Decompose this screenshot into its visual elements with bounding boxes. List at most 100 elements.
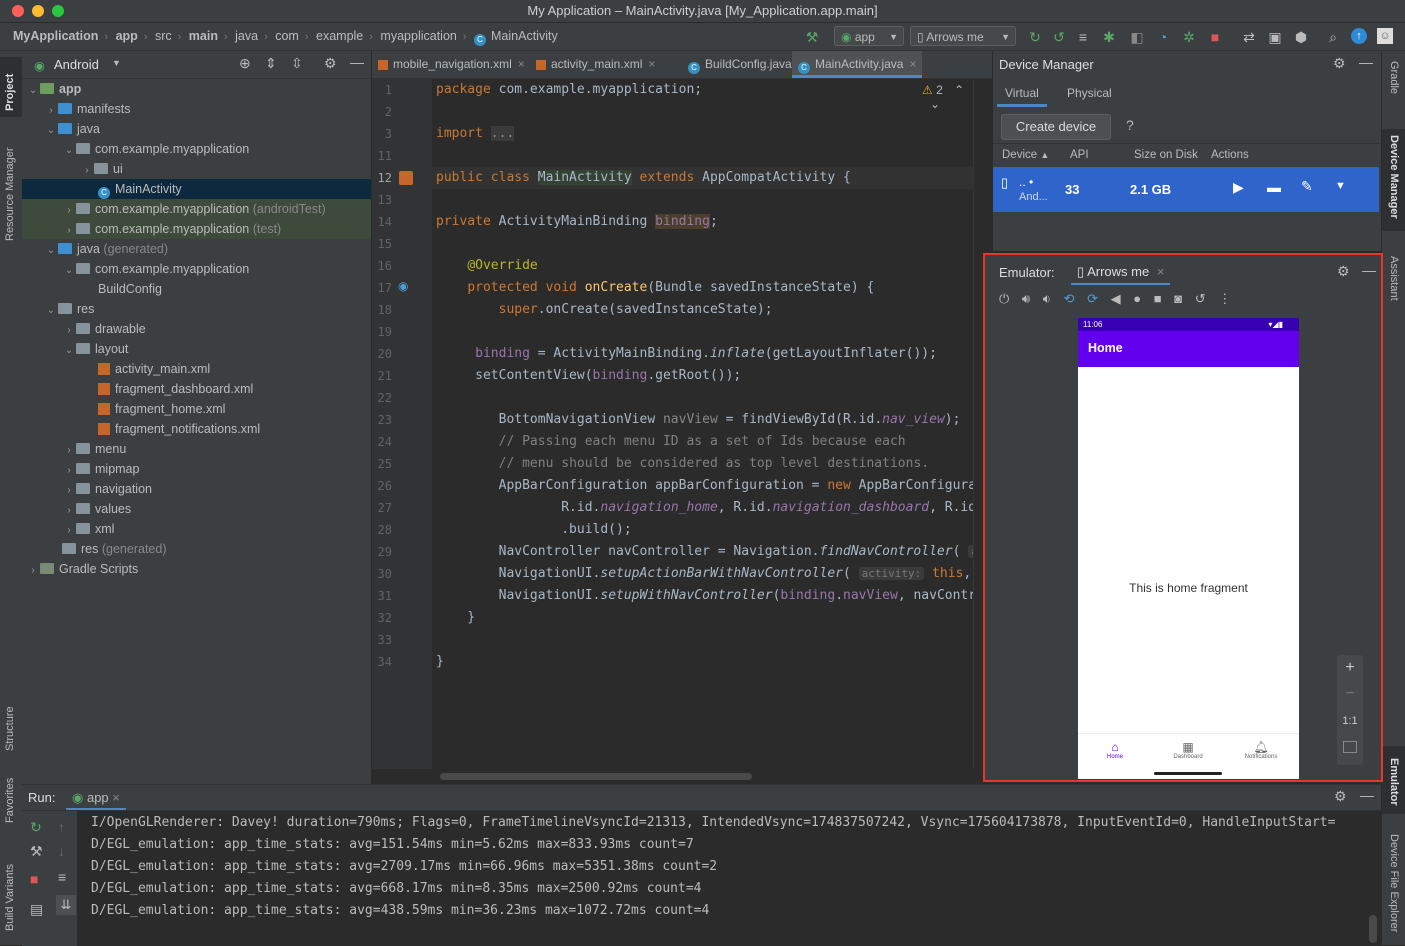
emulator-tab[interactable]: ▯ Arrows me × (1071, 258, 1171, 285)
editor-vertical-scrollbar[interactable] (973, 79, 981, 769)
code-editor[interactable]: package com.example.myapplication; impor… (432, 79, 981, 769)
tree-item-mipmap[interactable]: › mipmap (62, 459, 139, 479)
tree-item-package-generated[interactable]: ⌄ com.example.myapplication (62, 259, 249, 279)
debug-icon[interactable]: ✱ (1100, 28, 1118, 46)
tree-item-app[interactable]: ⌄ app (26, 79, 81, 99)
tab-physical[interactable]: Physical (1059, 79, 1120, 107)
run-config-select[interactable]: ◉ app ▼ (834, 26, 904, 46)
tool-window-emulator[interactable]: Emulator (1382, 746, 1405, 814)
rotate-right-icon[interactable]: ⟳ (1087, 291, 1098, 306)
sync-gradle-icon[interactable]: ⇄ (1240, 28, 1258, 46)
tool-window-build-variants[interactable]: Build Variants (4, 864, 16, 931)
rerun-icon[interactable]: ↻ (30, 819, 42, 836)
sdk-manager-icon[interactable]: ⬢ (1292, 28, 1310, 46)
tree-item-gradle-scripts[interactable]: › Gradle Scripts (26, 559, 138, 579)
apply-code-changes-icon[interactable]: ≡ (1074, 28, 1092, 46)
phone-nav-notifications[interactable]: 🔔︎ Notifications (1236, 740, 1286, 760)
tool-window-device-file-explorer[interactable]: Device File Explorer (1388, 834, 1400, 932)
tab-activity-main-xml[interactable]: activity_main.xml × (530, 51, 680, 78)
more-icon[interactable]: ⋮ (1218, 291, 1231, 306)
camera-icon[interactable]: ◙ (1174, 291, 1182, 306)
tree-item-java[interactable]: ⌄ java (44, 119, 100, 139)
snapshot-icon[interactable]: ↺ (1195, 291, 1206, 306)
tab-virtual[interactable]: Virtual (997, 79, 1047, 107)
phone-nav-home[interactable]: ⌂ Home (1090, 740, 1140, 760)
phone-nav-dashboard[interactable]: ▦ Dashboard (1163, 740, 1213, 760)
tree-item-fragment-dashboard-xml[interactable]: fragment_dashboard.xml (98, 379, 253, 399)
tree-item-package[interactable]: ⌄ com.example.myapplication (62, 139, 249, 159)
power-icon[interactable]: ⏻ (999, 291, 1009, 306)
zoom-fit-icon[interactable] (1343, 741, 1357, 753)
tab-mainactivity-java[interactable]: C MainActivity.java × (792, 51, 922, 78)
column-device[interactable]: Device ▲ (1002, 145, 1049, 165)
log-scrollbar[interactable] (1369, 915, 1377, 943)
editor-horizontal-scrollbar[interactable] (432, 769, 981, 784)
tree-item-menu[interactable]: › menu (62, 439, 126, 459)
tree-item-mainactivity[interactable]: C MainActivity (98, 179, 182, 199)
gear-icon[interactable]: ⚙ (1334, 788, 1347, 805)
down-icon[interactable]: ↓ (58, 843, 65, 859)
minimize-icon[interactable]: — (1360, 787, 1374, 803)
zoom-in-button[interactable]: + (1337, 659, 1363, 677)
minimize-icon[interactable]: — (1362, 262, 1376, 278)
tree-item-manifests[interactable]: › manifests (44, 99, 130, 119)
breadcrumb-item[interactable]: main (189, 29, 218, 43)
tree-item-activity-main-xml[interactable]: activity_main.xml (98, 359, 210, 379)
breadcrumb-item[interactable]: MainActivity (491, 29, 558, 43)
back-icon[interactable]: ◀ (1111, 291, 1121, 306)
tree-item-drawable[interactable]: › drawable (62, 319, 145, 339)
run-tab-app[interactable]: ◉ app × (66, 785, 126, 810)
close-icon[interactable]: × (1157, 264, 1165, 279)
tool-window-gradle[interactable]: Gradle (1388, 61, 1400, 94)
up-icon[interactable]: ↑ (58, 819, 65, 835)
rotate-left-icon[interactable]: ⟲ (1064, 291, 1075, 306)
edit-icon[interactable]: ✎ (1301, 178, 1313, 195)
tree-item-package-test[interactable]: › com.example.myapplication (test) (62, 219, 281, 239)
phone-screen[interactable]: 11:06 ▾◢▮ Home This is home fragment ⌂ H… (1078, 318, 1299, 779)
scroll-to-end-icon[interactable]: ⇊ (56, 895, 76, 915)
tree-item-xml[interactable]: › xml (62, 519, 114, 539)
tree-item-layout[interactable]: ⌄ layout (62, 339, 129, 359)
project-view-select[interactable]: Android (54, 57, 99, 72)
override-gutter-icon[interactable]: ◉ (398, 279, 408, 293)
breadcrumb-item[interactable]: com (275, 29, 299, 43)
tree-item-values[interactable]: › values (62, 499, 131, 519)
chevron-down-icon[interactable]: ▼ (1335, 180, 1346, 192)
minimize-icon[interactable]: — (1359, 54, 1373, 70)
column-actions[interactable]: Actions (1211, 145, 1249, 165)
play-icon[interactable]: ▶ (1233, 179, 1244, 196)
breadcrumb-item[interactable]: myapplication (380, 29, 456, 43)
tab-buildconfig-java[interactable]: CBuildConfig.java× (682, 51, 805, 78)
rerun-icon[interactable]: ↻ (1026, 28, 1044, 46)
attach-process-icon[interactable]: ✲ (1180, 28, 1198, 46)
breadcrumb-item[interactable]: src (155, 29, 172, 43)
update-icon[interactable]: ↑ (1351, 28, 1367, 44)
layout-gutter-icon[interactable] (399, 171, 413, 185)
column-size[interactable]: Size on Disk (1134, 145, 1198, 165)
collapse-all-icon[interactable]: ⇳ (291, 55, 303, 72)
tree-item-ui[interactable]: › ui (80, 159, 122, 179)
breadcrumb-item[interactable]: java (235, 29, 258, 43)
tab-mobile-navigation-xml[interactable]: mobile_navigation.xml × (372, 51, 528, 78)
scroll-thumb[interactable] (440, 773, 752, 780)
tool-window-structure[interactable]: Structure (4, 706, 16, 751)
attach-debugger-icon[interactable]: ◧ (1128, 28, 1146, 46)
home-icon[interactable]: ● (1133, 291, 1141, 306)
search-icon[interactable]: ⌕ (1324, 28, 1342, 46)
gear-icon[interactable]: ⚙ (1337, 263, 1350, 280)
soft-wrap-icon[interactable]: ≡ (58, 869, 66, 885)
device-select[interactable]: ▯ Arrows me ▼ (910, 26, 1016, 46)
tool-window-project[interactable]: Project (0, 57, 22, 117)
device-row[interactable]: ▯ .. • And... 33 2.1 GB ▶ ▬ ✎ ▼ (993, 167, 1379, 212)
account-icon[interactable]: ☺ (1377, 28, 1393, 44)
tool-window-resource-manager[interactable]: Resource Manager (4, 147, 16, 241)
help-button[interactable]: ? (1126, 117, 1134, 133)
breadcrumb-item[interactable]: MyApplication (13, 29, 98, 43)
gear-icon[interactable]: ⚙ (324, 55, 337, 72)
stop-icon[interactable]: ■ (1206, 28, 1224, 46)
tree-item-res[interactable]: ⌄ res (44, 299, 95, 319)
minimize-icon[interactable]: — (350, 54, 364, 70)
breadcrumb-item[interactable]: example (316, 29, 363, 43)
volume-down-icon[interactable]: 🔉︎ (1043, 291, 1051, 306)
tool-window-favorites[interactable]: Favorites (4, 778, 16, 823)
